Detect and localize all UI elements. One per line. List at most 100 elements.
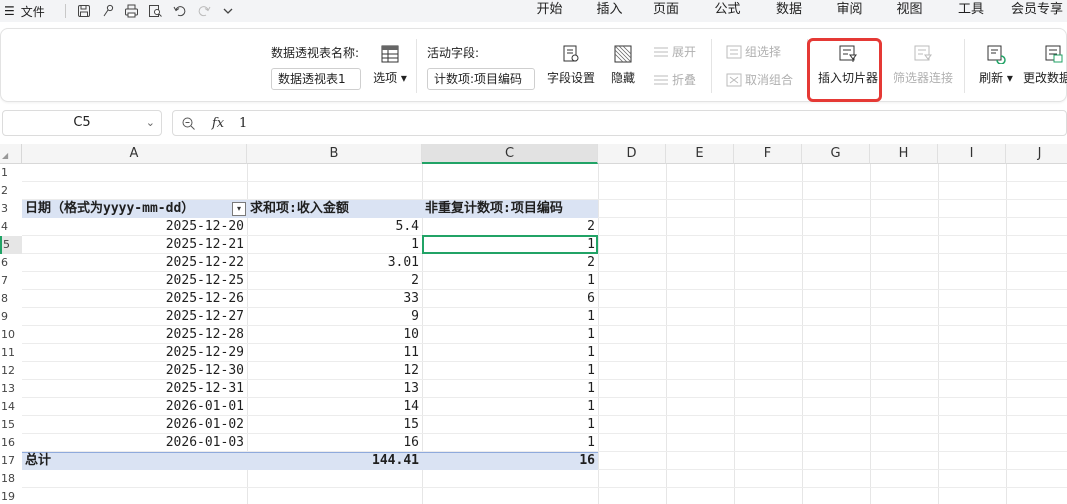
column-header-i[interactable]: I	[938, 144, 1006, 164]
pivot-data-cell[interactable]: 2025-12-27	[22, 308, 247, 326]
pivot-data-cell[interactable]: 2	[422, 218, 598, 236]
print-icon[interactable]	[120, 1, 144, 21]
pivot-data-cell[interactable]: 14	[247, 398, 422, 416]
row-header-17[interactable]: 17	[0, 452, 22, 470]
redo-icon[interactable]	[192, 1, 216, 21]
pivot-data-cell[interactable]: 2	[422, 254, 598, 272]
pivot-data-cell[interactable]: 15	[247, 416, 422, 434]
row-header-2[interactable]: 2	[0, 182, 22, 200]
pivot-data-cell[interactable]: 12	[247, 362, 422, 380]
collapse-button[interactable]: 折叠	[653, 71, 696, 88]
pivot-data-cell[interactable]: 2026-01-01	[22, 398, 247, 416]
name-box[interactable]: C5 ⌄	[2, 110, 162, 136]
pivot-data-cell[interactable]: 2025-12-30	[22, 362, 247, 380]
pivot-data-cell[interactable]: 1	[422, 326, 598, 344]
save-icon[interactable]	[72, 1, 96, 21]
row-header-6[interactable]: 6	[0, 254, 22, 272]
row-header-19[interactable]: 19	[0, 488, 22, 504]
pivot-data-cell[interactable]: 11	[247, 344, 422, 362]
pivot-data-cell[interactable]: 2025-12-21	[22, 236, 247, 254]
pivot-data-cell[interactable]: 2025-12-20	[22, 218, 247, 236]
pivot-total-cell[interactable]: 总计	[22, 452, 247, 470]
tab-page[interactable]: 页面	[651, 0, 681, 22]
pivot-data-cell[interactable]: 2025-12-28	[22, 326, 247, 344]
pivot-data-cell[interactable]: 2025-12-26	[22, 290, 247, 308]
pivot-data-cell[interactable]: 3.01	[247, 254, 422, 272]
tab-review[interactable]: 审阅	[835, 0, 864, 22]
print-preview-icon[interactable]	[144, 1, 168, 21]
formula-input[interactable]: 1	[239, 116, 247, 131]
pivot-data-cell[interactable]: 16	[247, 434, 422, 452]
group-selection-button[interactable]: 组选择	[726, 43, 781, 60]
active-field-input[interactable]: 计数项:项目编码	[427, 68, 535, 90]
pivot-data-cell[interactable]: 1	[422, 398, 598, 416]
tab-tools[interactable]: 工具	[956, 0, 986, 22]
row-header-11[interactable]: 11	[0, 344, 22, 362]
options-button[interactable]: 选项 ▾	[372, 43, 408, 86]
fx-label[interactable]: fx	[203, 116, 233, 131]
pivot-data-cell[interactable]: 6	[422, 290, 598, 308]
tab-member[interactable]: 会员专享	[1011, 0, 1067, 22]
row-header-8[interactable]: 8	[0, 290, 22, 308]
column-header-j[interactable]: J	[1006, 144, 1067, 164]
tab-home[interactable]: 开始	[534, 0, 565, 22]
field-settings-button[interactable]: 字段设置	[544, 43, 598, 86]
column-header-h[interactable]: H	[870, 144, 938, 164]
column-header-g[interactable]: G	[802, 144, 870, 164]
hide-button[interactable]: 隐藏	[607, 43, 639, 86]
pivot-data-cell[interactable]: 2026-01-02	[22, 416, 247, 434]
row-header-18[interactable]: 18	[0, 470, 22, 488]
pivot-data-cell[interactable]: 2025-12-25	[22, 272, 247, 290]
filter-dropdown-icon[interactable]: ▾	[232, 202, 246, 216]
tab-data[interactable]: 数据	[774, 0, 804, 22]
more-icon[interactable]	[216, 1, 240, 21]
row-header-13[interactable]: 13	[0, 380, 22, 398]
row-header-4[interactable]: 4	[0, 218, 22, 236]
pivot-data-cell[interactable]: 5.4	[247, 218, 422, 236]
pivot-data-cell[interactable]: 2025-12-22	[22, 254, 247, 272]
expand-button[interactable]: 展开	[653, 43, 696, 60]
pivot-data-cell[interactable]: 9	[247, 308, 422, 326]
chevron-down-icon[interactable]: ⌄	[146, 111, 155, 135]
pivot-data-cell[interactable]: 1	[422, 434, 598, 452]
pivot-data-cell[interactable]: 2025-12-29	[22, 344, 247, 362]
pivot-total-cell[interactable]: 16	[422, 452, 598, 470]
row-header-7[interactable]: 7	[0, 272, 22, 290]
column-header-e[interactable]: E	[666, 144, 734, 164]
row-header-16[interactable]: 16	[0, 434, 22, 452]
row-header-15[interactable]: 15	[0, 416, 22, 434]
row-header-1[interactable]: 1	[0, 164, 22, 182]
pivot-data-cell[interactable]: 1	[422, 380, 598, 398]
pivot-data-cell[interactable]: 2	[247, 272, 422, 290]
filter-connection-button[interactable]: 筛选器连接	[891, 43, 955, 86]
row-header-9[interactable]: 9	[0, 308, 22, 326]
pivot-header-cell[interactable]: 求和项:收入金额	[247, 200, 422, 218]
column-header-a[interactable]: A	[22, 144, 247, 164]
change-source-button[interactable]: 更改数据	[1023, 43, 1067, 86]
pivot-data-cell[interactable]: 1	[422, 272, 598, 290]
pivot-data-cell[interactable]: 1	[422, 362, 598, 380]
tab-view[interactable]: 视图	[895, 0, 924, 22]
tab-formula[interactable]: 公式	[713, 0, 742, 22]
column-header-c[interactable]: C	[422, 144, 598, 164]
row-header-3[interactable]: 3	[0, 200, 22, 218]
zoom-icon[interactable]	[173, 116, 203, 131]
pivot-data-cell[interactable]: 1	[422, 344, 598, 362]
ungroup-button[interactable]: 取消组合	[726, 71, 793, 88]
pivot-data-cell[interactable]: 2025-12-31	[22, 380, 247, 398]
pivot-header-cell[interactable]: 日期（格式为yyyy-mm-dd）	[22, 200, 247, 218]
column-header-d[interactable]: D	[598, 144, 666, 164]
refresh-button[interactable]: 刷新 ▾	[969, 43, 1023, 86]
pivot-data-cell[interactable]: 1	[422, 416, 598, 434]
column-header-f[interactable]: F	[734, 144, 802, 164]
row-header-12[interactable]: 12	[0, 362, 22, 380]
pivot-data-cell[interactable]: 33	[247, 290, 422, 308]
pivot-header-cell[interactable]: 非重复计数项:项目编码	[422, 200, 598, 218]
pivot-total-cell[interactable]: 144.41	[247, 452, 422, 470]
column-header-b[interactable]: B	[247, 144, 422, 164]
share-icon[interactable]	[96, 1, 120, 21]
pivot-data-cell[interactable]: 1	[247, 236, 422, 254]
row-header-5[interactable]: 5	[0, 236, 22, 254]
pivot-data-cell[interactable]: 1	[422, 308, 598, 326]
file-menu[interactable]: ☰ 文件	[0, 3, 45, 20]
